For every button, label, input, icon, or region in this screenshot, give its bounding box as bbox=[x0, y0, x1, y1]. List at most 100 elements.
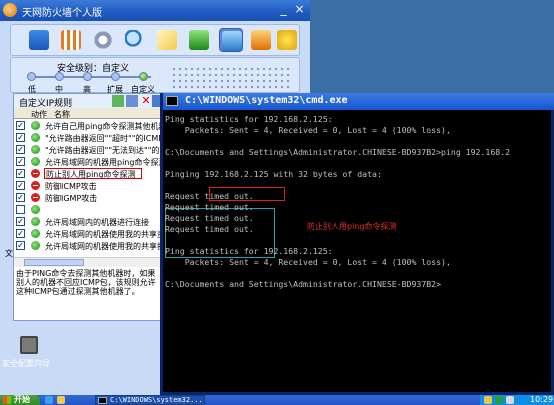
level-custom-stop[interactable] bbox=[139, 72, 148, 81]
console-line: Pinging 192.168.2.125 with 32 bytes of d… bbox=[165, 169, 382, 179]
firewall-title-bar[interactable]: 天网防火墙个人版 _ × bbox=[0, 0, 310, 21]
level-high-stop[interactable] bbox=[83, 72, 92, 81]
help-button[interactable] bbox=[275, 28, 299, 52]
cmd-taskbar-button[interactable]: C:\WINDOWS\system32... bbox=[95, 395, 205, 405]
rules-column-header: 动作 名称 bbox=[14, 108, 162, 119]
start-label: 开始 bbox=[14, 395, 30, 404]
checklist-icon bbox=[189, 30, 209, 50]
rule-row[interactable]: ✓ 防御IGMP攻击 bbox=[14, 192, 162, 203]
rule-name: 防止别人用ping命令探测 bbox=[44, 168, 142, 179]
console-line: Request timed out. bbox=[165, 191, 254, 201]
security-wizard-icon[interactable] bbox=[20, 336, 38, 354]
level-medium-stop[interactable] bbox=[55, 72, 64, 81]
delete-rule-icon[interactable]: ✕ bbox=[140, 95, 152, 107]
rule-checkbox[interactable]: ✓ bbox=[16, 193, 25, 202]
rule-row[interactable]: ✓ 允许局域网的机器使用我的共享打印机 bbox=[14, 240, 162, 251]
allow-icon bbox=[31, 121, 40, 130]
sliders-icon bbox=[61, 30, 81, 50]
allow-icon bbox=[31, 157, 40, 166]
system-tray: 10:29 bbox=[480, 395, 554, 405]
system-settings-button[interactable] bbox=[91, 28, 115, 52]
rule-row[interactable] bbox=[14, 204, 162, 215]
network-tray-icon[interactable] bbox=[495, 396, 503, 404]
console-line: Packets: Sent = 4, Received = 0, Lost = … bbox=[165, 257, 451, 267]
rule-checkbox[interactable]: ✓ bbox=[16, 145, 25, 154]
name-column-header[interactable]: 名称 bbox=[54, 109, 70, 120]
windows-logo-icon bbox=[3, 396, 11, 404]
side-label: 文 bbox=[5, 249, 13, 258]
download-arrow-icon bbox=[222, 31, 242, 51]
volume-tray-icon[interactable] bbox=[506, 396, 514, 404]
ie-icon[interactable] bbox=[45, 396, 53, 404]
allow-icon bbox=[31, 217, 40, 226]
rule-name: 防御IGMP攻击 bbox=[45, 194, 98, 203]
rule-name: "允许路由器返回""无法到达""的ICMP回应包 bbox=[45, 146, 162, 155]
firewall-title: 天网防火墙个人版 bbox=[22, 8, 102, 19]
console-line: Ping statistics for 192.168.2.125: bbox=[165, 114, 333, 124]
rule-row[interactable]: ✓ 防御ICMP攻击 bbox=[14, 180, 162, 191]
deny-icon bbox=[31, 181, 40, 190]
cmd-window[interactable]: C:\WINDOWS\system32\cmd.exe 防止别人用ping命令探… bbox=[160, 93, 554, 395]
rules-panel-header: 自定义IP规则 ✕ bbox=[14, 94, 164, 109]
rule-checkbox[interactable]: ✓ bbox=[16, 229, 25, 238]
level-extended-stop[interactable] bbox=[111, 72, 120, 81]
save-button[interactable] bbox=[219, 28, 243, 52]
security-wizard-label[interactable]: 安全配置向导 bbox=[2, 358, 50, 369]
rule-name: 允许局域网的机器使用我的共享资源 bbox=[45, 230, 162, 239]
console-line: Packets: Sent = 4, Received = 0, Lost = … bbox=[165, 125, 451, 135]
rule-checkbox[interactable]: ✓ bbox=[16, 121, 25, 130]
allow-icon bbox=[31, 133, 40, 142]
console-line: C:\Documents and Settings\Administrator.… bbox=[165, 147, 511, 157]
start-button[interactable]: 开始 bbox=[0, 395, 40, 405]
rule-row[interactable]: ✓ "允许路由器返回""超时""的ICMP回应包 bbox=[14, 132, 162, 143]
rule-description: 由于PING命令去探测其他机器时，如果别人的机器不回应ICMP包，该规则允许这种… bbox=[16, 269, 156, 296]
rule-row[interactable]: ✓ "允许路由器返回""无法到达""的ICMP回应包 bbox=[14, 144, 162, 155]
allow-icon bbox=[31, 145, 40, 154]
console-output[interactable]: 防止别人用ping命令探测 Ping statistics for 192.16… bbox=[165, 113, 552, 393]
rule-row[interactable]: ✓ 允许自己用ping命令探测其他机器 bbox=[14, 120, 162, 131]
deny-icon bbox=[31, 193, 40, 202]
level-dot-pattern bbox=[171, 66, 291, 90]
home-button[interactable] bbox=[249, 28, 273, 52]
close-button[interactable]: × bbox=[292, 3, 307, 18]
rule-row[interactable]: ✓ 防止别人用ping命令探测 bbox=[14, 168, 162, 179]
rule-name: 允许局域网的机器使用我的共享打印机 bbox=[45, 242, 162, 251]
network-monitor-button[interactable] bbox=[123, 28, 147, 52]
console-line: Ping statistics for 192.168.2.125: bbox=[165, 246, 333, 256]
rule-row[interactable]: ✓ 允许局域网的机器使用我的共享资源 bbox=[14, 228, 162, 239]
action-column-header[interactable]: 动作 bbox=[31, 109, 47, 120]
ip-rules-panel: 自定义IP规则 ✕ 动作 名称 ✓ 允许自己用ping命令探测其他机器 ✓ "允许路由… bbox=[13, 93, 164, 321]
add-rule-icon[interactable] bbox=[112, 95, 124, 107]
folder-icon[interactable] bbox=[57, 396, 65, 404]
edit-rule-icon[interactable] bbox=[126, 95, 138, 107]
level-low-stop[interactable] bbox=[27, 72, 36, 81]
firewall-tray-icon[interactable] bbox=[484, 396, 492, 404]
rules-horizontal-scrollbar[interactable] bbox=[14, 257, 162, 267]
rule-checkbox[interactable]: ✓ bbox=[16, 157, 25, 166]
log-button[interactable] bbox=[155, 28, 179, 52]
rule-checkbox[interactable]: ✓ bbox=[16, 169, 25, 178]
taskbar: 开始 C:\WINDOWS\system32... 10:29 bbox=[0, 395, 554, 405]
app-rules-button[interactable] bbox=[27, 28, 51, 52]
rule-checkbox[interactable]: ✓ bbox=[16, 241, 25, 250]
rule-checkbox[interactable] bbox=[16, 205, 25, 214]
clock: 10:29 bbox=[530, 395, 554, 404]
minimize-button[interactable]: _ bbox=[276, 3, 291, 18]
rule-name: 允许局域网内的机器进行连接 bbox=[45, 218, 149, 227]
rule-checkbox[interactable]: ✓ bbox=[16, 181, 25, 190]
deny-icon bbox=[31, 169, 40, 178]
apply-button[interactable] bbox=[187, 28, 211, 52]
magnifier-icon bbox=[125, 30, 145, 50]
rule-row[interactable]: ✓ 允许局域网内的机器进行连接 bbox=[14, 216, 162, 227]
home-icon bbox=[251, 30, 271, 50]
rule-name: 允许局域网的机器用ping命令探测 bbox=[45, 158, 162, 167]
cmd-title-bar[interactable]: C:\WINDOWS\system32\cmd.exe bbox=[163, 93, 554, 110]
rule-checkbox[interactable]: ✓ bbox=[16, 217, 25, 226]
rule-row[interactable]: ✓ 允许局域网的机器用ping命令探测 bbox=[14, 156, 162, 167]
annotation-note: 防止别人用ping命令探测 bbox=[307, 222, 397, 231]
firewall-logo-icon bbox=[3, 3, 17, 17]
scrollbar-thumb[interactable] bbox=[24, 259, 84, 266]
console-icon bbox=[98, 397, 107, 404]
ip-rules-button[interactable] bbox=[59, 28, 83, 52]
rule-checkbox[interactable]: ✓ bbox=[16, 133, 25, 142]
